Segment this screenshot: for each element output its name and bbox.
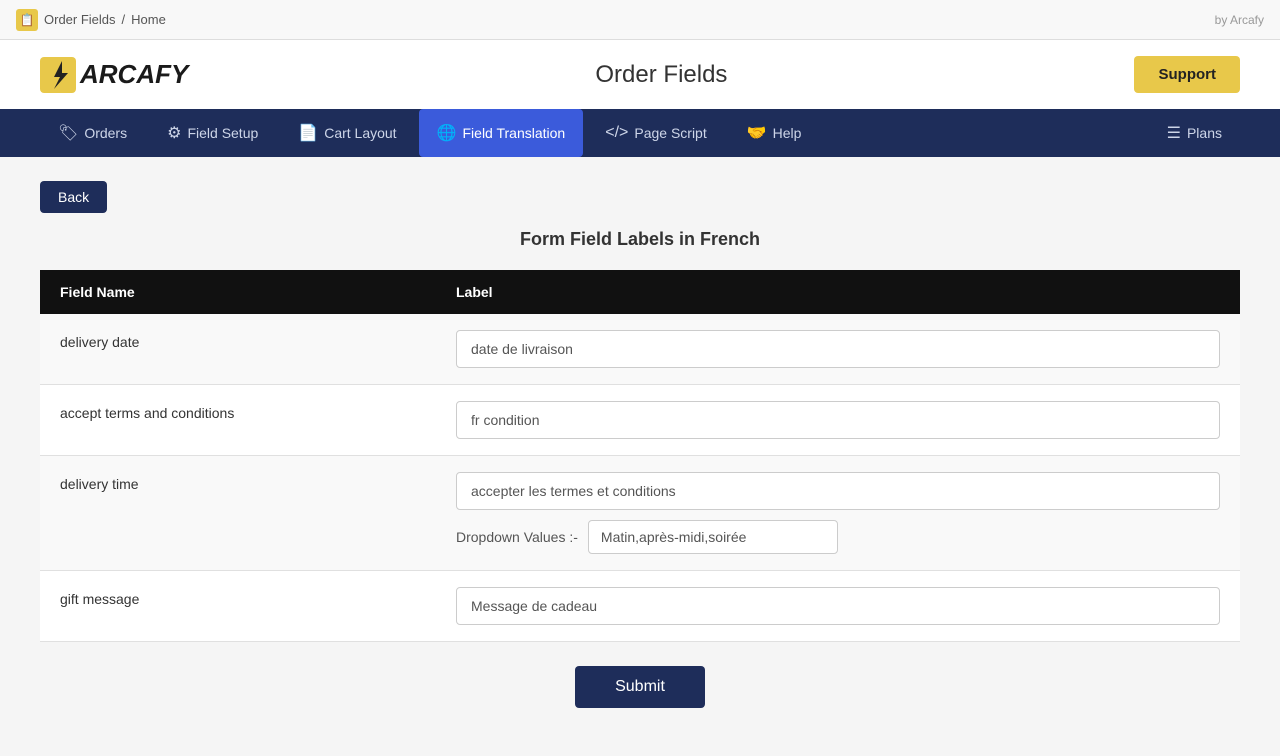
field-name-accept-terms: accept terms and conditions [40,385,436,456]
nav-label-cart-layout: Cart Layout [324,125,396,141]
nav-item-field-translation[interactable]: 🌐 Field Translation [419,109,584,157]
by-label: by Arcafy [1215,13,1264,27]
col-header-field-name: Field Name [40,270,436,314]
dropdown-row: Dropdown Values :- [456,520,1220,554]
table-row: delivery time Dropdown Values :- [40,456,1240,571]
help-icon: 🤝 [747,123,767,143]
field-name-gift-message: gift message [40,571,436,642]
logo-text: ARCAFY [80,59,188,90]
table-row: gift message [40,571,1240,642]
table-row: delivery date [40,314,1240,385]
nav-item-cart-layout[interactable]: 📄 Cart Layout [280,109,414,157]
logo-icon [40,57,76,93]
nav-label-plans: Plans [1187,125,1222,141]
field-table: Field Name Label delivery date accept te… [40,270,1240,642]
field-setup-icon: ⚙ [167,123,181,143]
main-content: Back Form Field Labels in French Field N… [0,157,1280,756]
field-label-cell-gift-message [436,571,1240,642]
input-accept-terms[interactable] [456,401,1220,439]
field-name-delivery-time: delivery time [40,456,436,571]
nav-label-page-script: Page Script [634,125,706,141]
top-bar: 📋 Order Fields / Home by Arcafy [0,0,1280,40]
breadcrumb-page: Home [131,12,166,27]
nav-label-field-setup: Field Setup [187,125,258,141]
cart-layout-icon: 📄 [298,123,318,143]
nav-item-plans[interactable]: ☰ Plans [1149,109,1240,157]
back-button[interactable]: Back [40,181,107,213]
input-delivery-date[interactable] [456,330,1220,368]
orders-icon: 🏷 [58,123,78,143]
field-label-cell-delivery-time: Dropdown Values :- [436,456,1240,571]
breadcrumb-sep: / [122,12,126,27]
nav-item-page-script[interactable]: </> Page Script [587,110,725,156]
dropdown-values-input[interactable] [588,520,838,554]
table-header-row: Field Name Label [40,270,1240,314]
input-delivery-time[interactable] [456,472,1220,510]
header: ARCAFY Order Fields Support [0,40,1280,109]
header-title: Order Fields [595,61,727,89]
field-label-cell-accept-terms [436,385,1240,456]
nav-label-help: Help [773,125,802,141]
nav-label-field-translation: Field Translation [463,125,566,141]
nav-item-orders[interactable]: 🏷 Orders [40,109,145,157]
nav-item-field-setup[interactable]: ⚙ Field Setup [149,109,276,157]
field-name-delivery-date: delivery date [40,314,436,385]
field-translation-icon: 🌐 [437,123,457,143]
page-title: Form Field Labels in French [40,229,1240,250]
table-row: accept terms and conditions [40,385,1240,456]
input-gift-message[interactable] [456,587,1220,625]
submit-button[interactable]: Submit [575,666,705,708]
logo: ARCAFY [40,57,188,93]
field-label-cell-delivery-date [436,314,1240,385]
nav-bar: 🏷 Orders ⚙ Field Setup 📄 Cart Layout 🌐 F… [0,109,1280,157]
nav-item-help[interactable]: 🤝 Help [729,109,820,157]
support-button[interactable]: Support [1134,56,1240,93]
submit-area: Submit [40,642,1240,732]
app-icon: 📋 [16,9,38,31]
plans-icon: ☰ [1167,123,1181,143]
breadcrumb-app: Order Fields [44,12,116,27]
page-script-icon: </> [605,124,628,142]
breadcrumb: 📋 Order Fields / Home [16,9,166,31]
dropdown-label: Dropdown Values :- [456,529,578,545]
nav-label-orders: Orders [84,125,127,141]
col-header-label: Label [436,270,1240,314]
